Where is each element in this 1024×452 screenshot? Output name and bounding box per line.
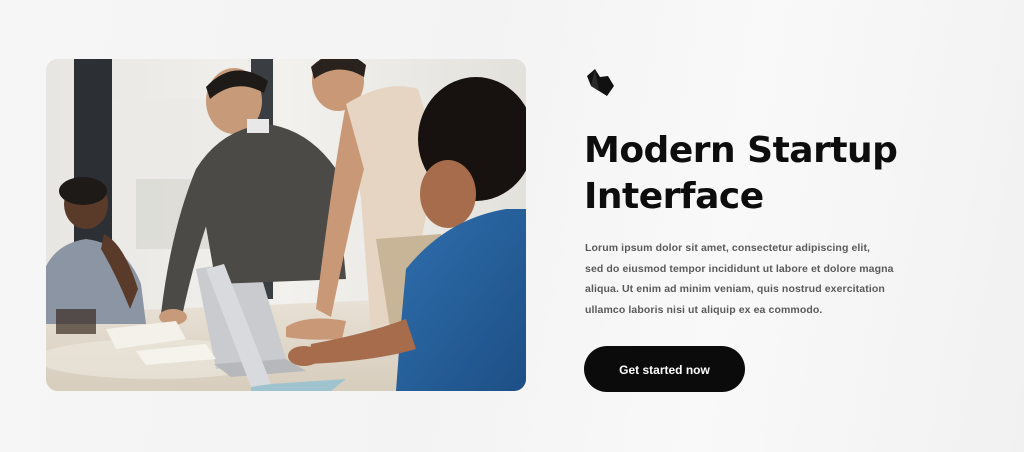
hero-description: Lorum ipsum dolor sit amet, consectetur … bbox=[585, 238, 945, 320]
description-line: sed do eiusmod tempor incididunt ut labo… bbox=[585, 262, 894, 275]
headline-line-2: Interface bbox=[584, 176, 764, 217]
hero-photo bbox=[46, 59, 526, 391]
description-line: aliqua. Ut enim ad minim veniam, quis no… bbox=[585, 283, 885, 295]
crown-logo-icon bbox=[587, 69, 614, 96]
headline-line-1: Modern Startup bbox=[584, 130, 898, 171]
description-line: Lorum ipsum dolor sit amet, consectetur … bbox=[585, 242, 871, 254]
get-started-button[interactable]: Get started now bbox=[584, 346, 745, 392]
team-meeting-photo bbox=[46, 59, 526, 391]
page-title: Modern Startup Interface bbox=[584, 128, 984, 220]
description-line: ullamco laboris nisi ut aliquip ex ea co… bbox=[585, 303, 823, 316]
